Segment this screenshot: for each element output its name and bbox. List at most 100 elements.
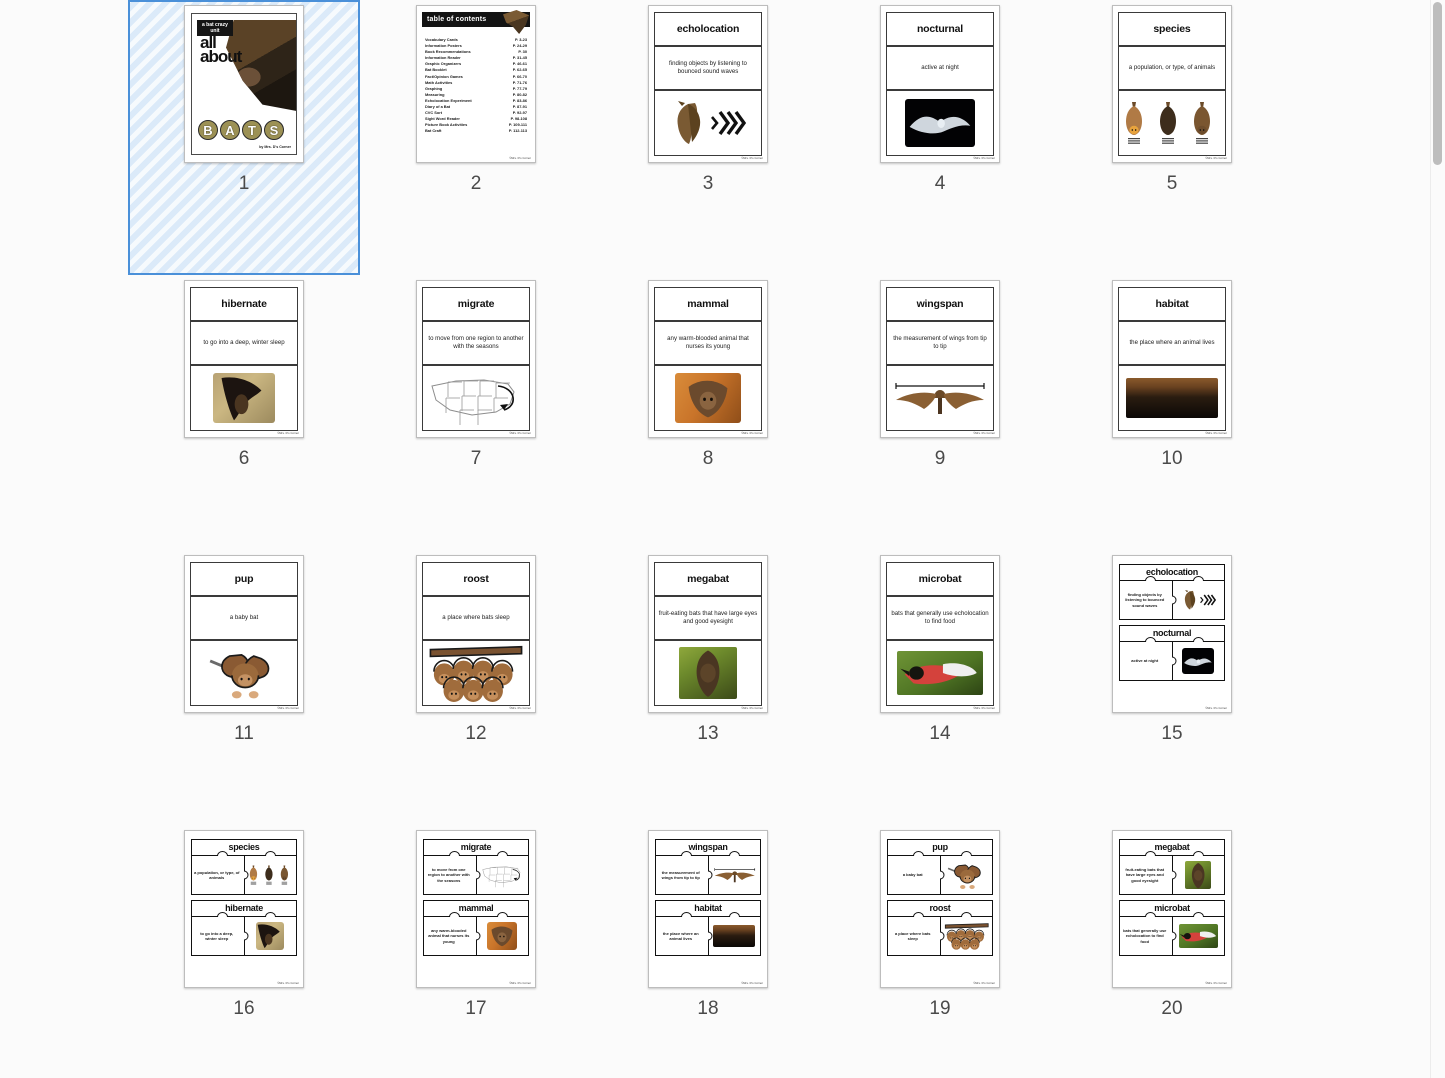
page-preview-vocab-nocturnal[interactable]: nocturnalactive at night©Mrs. D's Corner [880,5,1000,163]
usa-map-with-arrow-icon [480,859,526,891]
page-thumbnail-19[interactable]: pupa baby batroosta place where bats sle… [824,825,1056,1078]
usa-map-with-arrow-icon [426,369,526,427]
puzzle-image-piece [941,856,993,894]
page-thumbnail-1[interactable]: a bat crazyunitallaboutBATSby Mrs. D's C… [128,0,360,275]
bat-flying-at-night-photo-icon [1176,645,1222,677]
page-thumbnail-10[interactable]: habitat the place where an animal lives ©M… [1056,275,1288,550]
vocab-image-box [654,365,762,431]
copyright-credit: ©Mrs. D's Corner [509,157,531,160]
page-number-label: 8 [703,448,714,470]
puzzle-body: active at night [1120,642,1224,680]
puzzle-set-habitat: habitatthe place where an animal lives [655,900,761,956]
puzzle-body: a baby bat [888,856,992,894]
page-preview-vocab-habitat[interactable]: habitat the place where an animal lives ©M… [1112,280,1232,438]
page-thumbnail-12[interactable]: roosta place where bats sleep©Mrs. D's C… [360,550,592,825]
vocab-definition-box: the place where an animal lives [1118,321,1226,365]
page-preview-vocab-pup[interactable]: pupa baby bat©Mrs. D's Corner [184,555,304,713]
vocab-definition-box: a place where bats sleep [422,596,530,640]
page-preview-vocab-hibernate[interactable]: hibernateto go into a deep, winter sleep… [184,280,304,438]
cover-letter: T [242,120,262,140]
page-thumbnail-15[interactable]: echolocationfinding objects by listening… [1056,550,1288,825]
page-thumbnail-16[interactable]: speciesa population, or type, of animals… [128,825,360,1078]
page-preview-vocab-megabat[interactable]: megabatfruit-eating bats that have large… [648,555,768,713]
page-number-label: 10 [1161,448,1182,470]
page-preview-puzzle-migrate-mammal[interactable]: migrateto move from one region to anothe… [416,830,536,988]
cover-byline: by Mrs. D's Corner [259,145,291,149]
page-preview-vocab-microbat[interactable]: microbatbats that generally use echoloca… [880,555,1000,713]
copyright-credit: ©Mrs. D's Corner [1205,432,1227,435]
puzzle-word: nocturnal [1120,626,1224,642]
puzzle-word: hibernate [192,901,296,917]
puzzle-set-migrate: migrateto move from one region to anothe… [423,839,529,895]
page-preview-puzzle-echolocation-nocturnal[interactable]: echolocationfinding objects by listening… [1112,555,1232,713]
page-thumbnail-3[interactable]: echolocationfinding objects by listening… [592,0,824,275]
page-thumbnail-9[interactable]: wingspanthe measurement of wings from ti… [824,275,1056,550]
vocab-word-box: species [1118,12,1226,46]
page-preview-puzzle-megabat-microbat[interactable]: megabatfruit-eating bats that have large… [1112,830,1232,988]
page-thumbnail-11[interactable]: pupa baby bat©Mrs. D's Corner11 [128,550,360,825]
puzzle-body: any warm-blooded animal that nurses its … [424,917,528,955]
puzzle-image-piece [709,917,761,955]
page-thumbnail-4[interactable]: nocturnalactive at night©Mrs. D's Corner… [824,0,1056,275]
copyright-credit: ©Mrs. D's Corner [277,432,299,435]
page-thumbnail-6[interactable]: hibernateto go into a deep, winter sleep… [128,275,360,550]
page-thumbnail-13[interactable]: megabatfruit-eating bats that have large… [592,550,824,825]
vocab-image-box [886,640,994,706]
vocab-word: habitat [1155,298,1188,310]
puzzle-word: roost [888,901,992,917]
bat-with-soundwaves-icon [658,94,758,152]
vertical-scrollbar-thumb[interactable] [1433,2,1442,165]
copyright-credit: ©Mrs. D's Corner [277,982,299,985]
puzzle-definition-piece: a population, or type, of animals [192,856,245,894]
puzzle-set-hibernate: hibernateto go into a deep, winter sleep [191,900,297,956]
page-preview-puzzle-species-hibernate[interactable]: speciesa population, or type, of animals… [184,830,304,988]
hibernating-bat-photo-icon [248,920,294,952]
page-preview-puzzle-wingspan-habitat[interactable]: wingspanthe measurement of wings from ti… [648,830,768,988]
page-preview-table-of-contents[interactable]: table of contents Vocabulary CardsP. 3-23… [416,5,536,163]
page-thumbnail-2[interactable]: table of contents Vocabulary CardsP. 3-23… [360,0,592,275]
page-preview-vocab-migrate[interactable]: migrateto move from one region to anothe… [416,280,536,438]
bat-icon [503,10,529,34]
vocab-word: pup [235,573,254,585]
toc-header-label: table of contents [427,16,486,23]
page-preview-cover[interactable]: a bat crazyunitallaboutBATSby Mrs. D's C… [184,5,304,163]
page-thumbnail-18[interactable]: wingspanthe measurement of wings from ti… [592,825,824,1078]
puzzle-word: species [192,840,296,856]
puzzle-definition-piece: a place where bats sleep [888,917,941,955]
page-thumbnail-7[interactable]: migrateto move from one region to anothe… [360,275,592,550]
page-preview-vocab-mammal[interactable]: mammal any warm-blooded animal that nurse… [648,280,768,438]
page-number-label: 20 [1161,998,1182,1020]
vocab-word: mammal [687,298,728,310]
page-preview-vocab-echolocation[interactable]: echolocationfinding objects by listening… [648,5,768,163]
puzzle-set-species: speciesa population, or type, of animals [191,839,297,895]
three-hanging-bats-icon [248,859,294,891]
vocab-word-box: microbat [886,562,994,596]
three-hanging-bats-icon [1122,94,1222,152]
page-thumbnail-17[interactable]: migrateto move from one region to anothe… [360,825,592,1078]
thumbnail-grid: a bat crazyunitallaboutBATSby Mrs. D's C… [0,0,1445,1078]
page-number-label: 7 [471,448,482,470]
page-thumbnail-14[interactable]: microbatbats that generally use echoloca… [824,550,1056,825]
bat-wings-spread-with-measure-bar-icon [890,369,990,427]
toc-list: Vocabulary CardsP. 3-23Information Poste… [422,37,530,135]
page-preview-vocab-species[interactable]: species a population, or type, of animals… [1112,5,1232,163]
puzzle-body: a place where bats sleep [888,917,992,955]
bat-wings-spread-with-measure-bar-icon [712,859,758,891]
vocab-definition-box: any warm-blooded animal that nurses its … [654,321,762,365]
puzzle-body: to move from one region to another with … [424,856,528,894]
puzzle-image-piece [245,856,297,894]
page-thumbnail-5[interactable]: species a population, or type, of animals… [1056,0,1288,275]
page-thumbnail-8[interactable]: mammal any warm-blooded animal that nurse… [592,275,824,550]
page-preview-puzzle-pup-roost[interactable]: pupa baby batroosta place where bats sle… [880,830,1000,988]
page-preview-vocab-wingspan[interactable]: wingspanthe measurement of wings from ti… [880,280,1000,438]
puzzle-image-piece [1173,581,1225,619]
vertical-scrollbar-track[interactable] [1430,0,1445,1078]
bat-nursing-photo-icon [480,920,526,952]
puzzle-set-nocturnal: nocturnalactive at night [1119,625,1225,681]
vocab-definition: a population, or type, of animals [1129,64,1215,72]
copyright-credit: ©Mrs. D's Corner [741,432,763,435]
puzzle-set-microbat: microbatbats that generally use echoloca… [1119,900,1225,956]
page-thumbnail-20[interactable]: megabatfruit-eating bats that have large… [1056,825,1288,1078]
page-preview-vocab-roost[interactable]: roosta place where bats sleep©Mrs. D's C… [416,555,536,713]
vocab-definition-box: active at night [886,46,994,90]
